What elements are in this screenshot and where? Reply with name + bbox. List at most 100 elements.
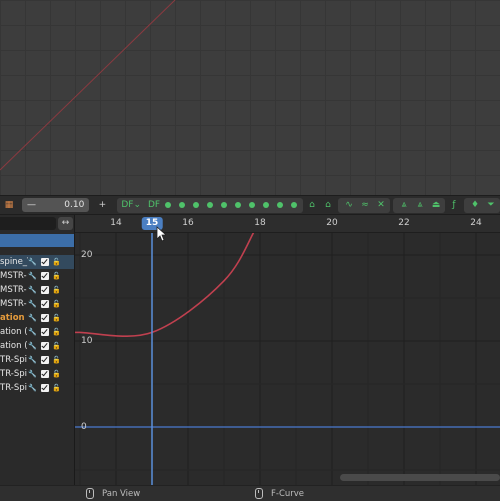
pan-view-label: Pan View [102, 488, 141, 499]
lock-icon[interactable]: 🔓 [52, 381, 61, 395]
dot-icon[interactable] [193, 202, 199, 208]
checkbox-icon[interactable] [41, 314, 49, 322]
horizontal-scrollbar[interactable] [340, 474, 500, 481]
wave-icon[interactable]: ∿ [342, 198, 356, 212]
channel-icons: 🔧 🔓 [28, 255, 61, 269]
checkbox-icon[interactable] [41, 342, 49, 350]
x-axis-line [0, 0, 176, 171]
channel-icons: 🔧 🔓 [28, 283, 61, 297]
value-field[interactable]: — 0.10 [22, 198, 90, 212]
wrench-icon[interactable]: 🔧 [28, 353, 38, 367]
wrench-icon[interactable]: 🔧 [28, 367, 38, 381]
plus-icon[interactable]: + [95, 198, 109, 212]
checkbox-icon[interactable] [41, 258, 49, 266]
frame-tick-label: 22 [398, 218, 410, 228]
dot-icon[interactable] [277, 202, 283, 208]
lock-icon[interactable]: 🔓 [52, 311, 61, 325]
mouse-icon [86, 488, 94, 499]
checkbox-icon[interactable] [41, 328, 49, 336]
value-tick-label: 0 [81, 422, 87, 432]
frame-tick-label: 16 [182, 218, 194, 228]
filmstrip-icon[interactable]: ▦ [2, 198, 16, 212]
channel-row[interactable]: MSTR- 🔧 🔓 [0, 297, 74, 311]
lock-icon[interactable]: 🔓 [52, 367, 61, 381]
view-tools: ♦ ⏷ [464, 197, 500, 213]
key-clear-icon[interactable]: ⏏ [429, 198, 443, 212]
function-icon[interactable]: ƒ [447, 198, 461, 212]
checkbox-icon[interactable] [41, 300, 49, 308]
checkbox-icon[interactable] [41, 370, 49, 378]
search-input[interactable] [0, 217, 56, 230]
channel-row[interactable]: MSTR- 🔧 🔓 [0, 283, 74, 297]
lock-icon[interactable]: 🔓 [52, 353, 61, 367]
dot-icon[interactable] [179, 202, 185, 208]
ghost-icon[interactable]: ⌂ [305, 198, 319, 212]
lock-icon[interactable]: 🔓 [52, 255, 61, 269]
wrench-icon[interactable]: 🔧 [28, 269, 38, 283]
key-insert-alt-icon[interactable]: ⩓ [413, 198, 427, 212]
fcurve-line[interactable] [79, 233, 500, 338]
checkbox-icon[interactable] [41, 356, 49, 364]
channel-row[interactable]: TR-Spi 🔧 🔓 [0, 367, 74, 381]
dot-icon[interactable] [207, 202, 213, 208]
lock-icon[interactable]: 🔓 [52, 269, 61, 283]
minus-icon[interactable]: — [27, 200, 36, 210]
filter-icon[interactable]: ⏷ [484, 198, 498, 212]
channel-row[interactable]: spine_Tı🔧🔓 [0, 255, 74, 269]
key-insert-icon[interactable]: ⩓ [397, 198, 411, 212]
dot-icon[interactable] [263, 202, 269, 208]
wave-alt-icon[interactable]: ≈ [358, 198, 372, 212]
dot-icon[interactable] [221, 202, 227, 208]
dot-icon[interactable] [249, 202, 255, 208]
close-icon[interactable]: ✕ [374, 198, 388, 212]
lock-icon[interactable]: 🔓 [52, 297, 61, 311]
lock-icon[interactable]: 🔓 [52, 283, 61, 297]
checkbox-icon[interactable] [41, 272, 49, 280]
graph-editor-header: ▦ — 0.10 + DF⌄ DF ⌂ ⌂ ∿ ≈ ✕ ⩓ ⩓ ⏏ ƒ ♦ ⏷ [0, 195, 500, 215]
dot-icon[interactable] [291, 202, 297, 208]
wrench-icon[interactable]: 🔧 [28, 311, 38, 325]
fcurve-hint: F-Curve [255, 488, 304, 499]
dot-icon[interactable] [235, 202, 241, 208]
dot-icon[interactable] [165, 202, 171, 208]
channel-row[interactable]: ation (M🔧🔓 [0, 325, 74, 339]
graph-area[interactable]: 403020100 [75, 233, 500, 485]
lock-icon[interactable]: 🔓 [52, 339, 61, 353]
wrench-icon[interactable]: 🔧 [28, 381, 38, 395]
wrench-icon[interactable]: 🔧 [28, 255, 38, 269]
df-label[interactable]: DF [147, 198, 161, 212]
channel-row[interactable]: ation (M🔧🔓 [0, 339, 74, 353]
time-ruler[interactable]: 14 16 18 20 22 24 15 [75, 215, 500, 233]
curve-tools: ∿ ≈ ✕ [338, 197, 390, 213]
key-tools: ⩓ ⩓ ⏏ [393, 197, 445, 213]
channel-list: ↔ spine_Tı🔧🔓MSTR-🔧🔓MSTR-🔧🔓MSTR-🔧🔓ation (… [0, 215, 75, 485]
checkbox-icon[interactable] [41, 384, 49, 392]
channel-row[interactable]: MSTR- 🔧 🔓 [0, 269, 74, 283]
wrench-icon[interactable]: 🔧 [28, 339, 38, 353]
value-tick-label: 20 [81, 250, 93, 260]
channel-icons: 🔧 🔓 [28, 353, 61, 367]
status-bar: Pan View F-Curve [0, 485, 500, 501]
channel-header[interactable] [0, 234, 74, 247]
channel-icons: 🔧 🔓 [28, 367, 61, 381]
swap-icon[interactable]: ↔ [58, 217, 73, 230]
ghost-alt-icon[interactable]: ⌂ [321, 198, 335, 212]
channel-icons: 🔧 🔓 [28, 269, 61, 283]
3d-viewport[interactable] [0, 0, 500, 195]
wrench-icon[interactable]: 🔧 [28, 297, 38, 311]
frame-tick-label: 18 [254, 218, 266, 228]
channel-name: MSTR- [0, 299, 27, 309]
channel-row[interactable]: ation (M🔧 🔓 [0, 311, 74, 325]
lock-icon[interactable]: 🔓 [52, 325, 61, 339]
wrench-icon[interactable]: 🔧 [28, 283, 38, 297]
channel-name: ation (M [0, 313, 28, 323]
channel-row[interactable]: TR-Spi 🔧 🔓 [0, 353, 74, 367]
wrench-icon[interactable]: 🔧 [28, 325, 38, 339]
key-icon[interactable]: ♦ [468, 198, 482, 212]
mouse-cursor-icon [156, 226, 166, 242]
df-dropdown[interactable]: DF⌄ [121, 198, 141, 212]
channel-row[interactable]: TR-Spi 🔧 🔓 [0, 381, 74, 395]
channel-name: MSTR- [0, 271, 27, 281]
fcurve-plot[interactable] [75, 233, 500, 485]
checkbox-icon[interactable] [41, 286, 49, 294]
